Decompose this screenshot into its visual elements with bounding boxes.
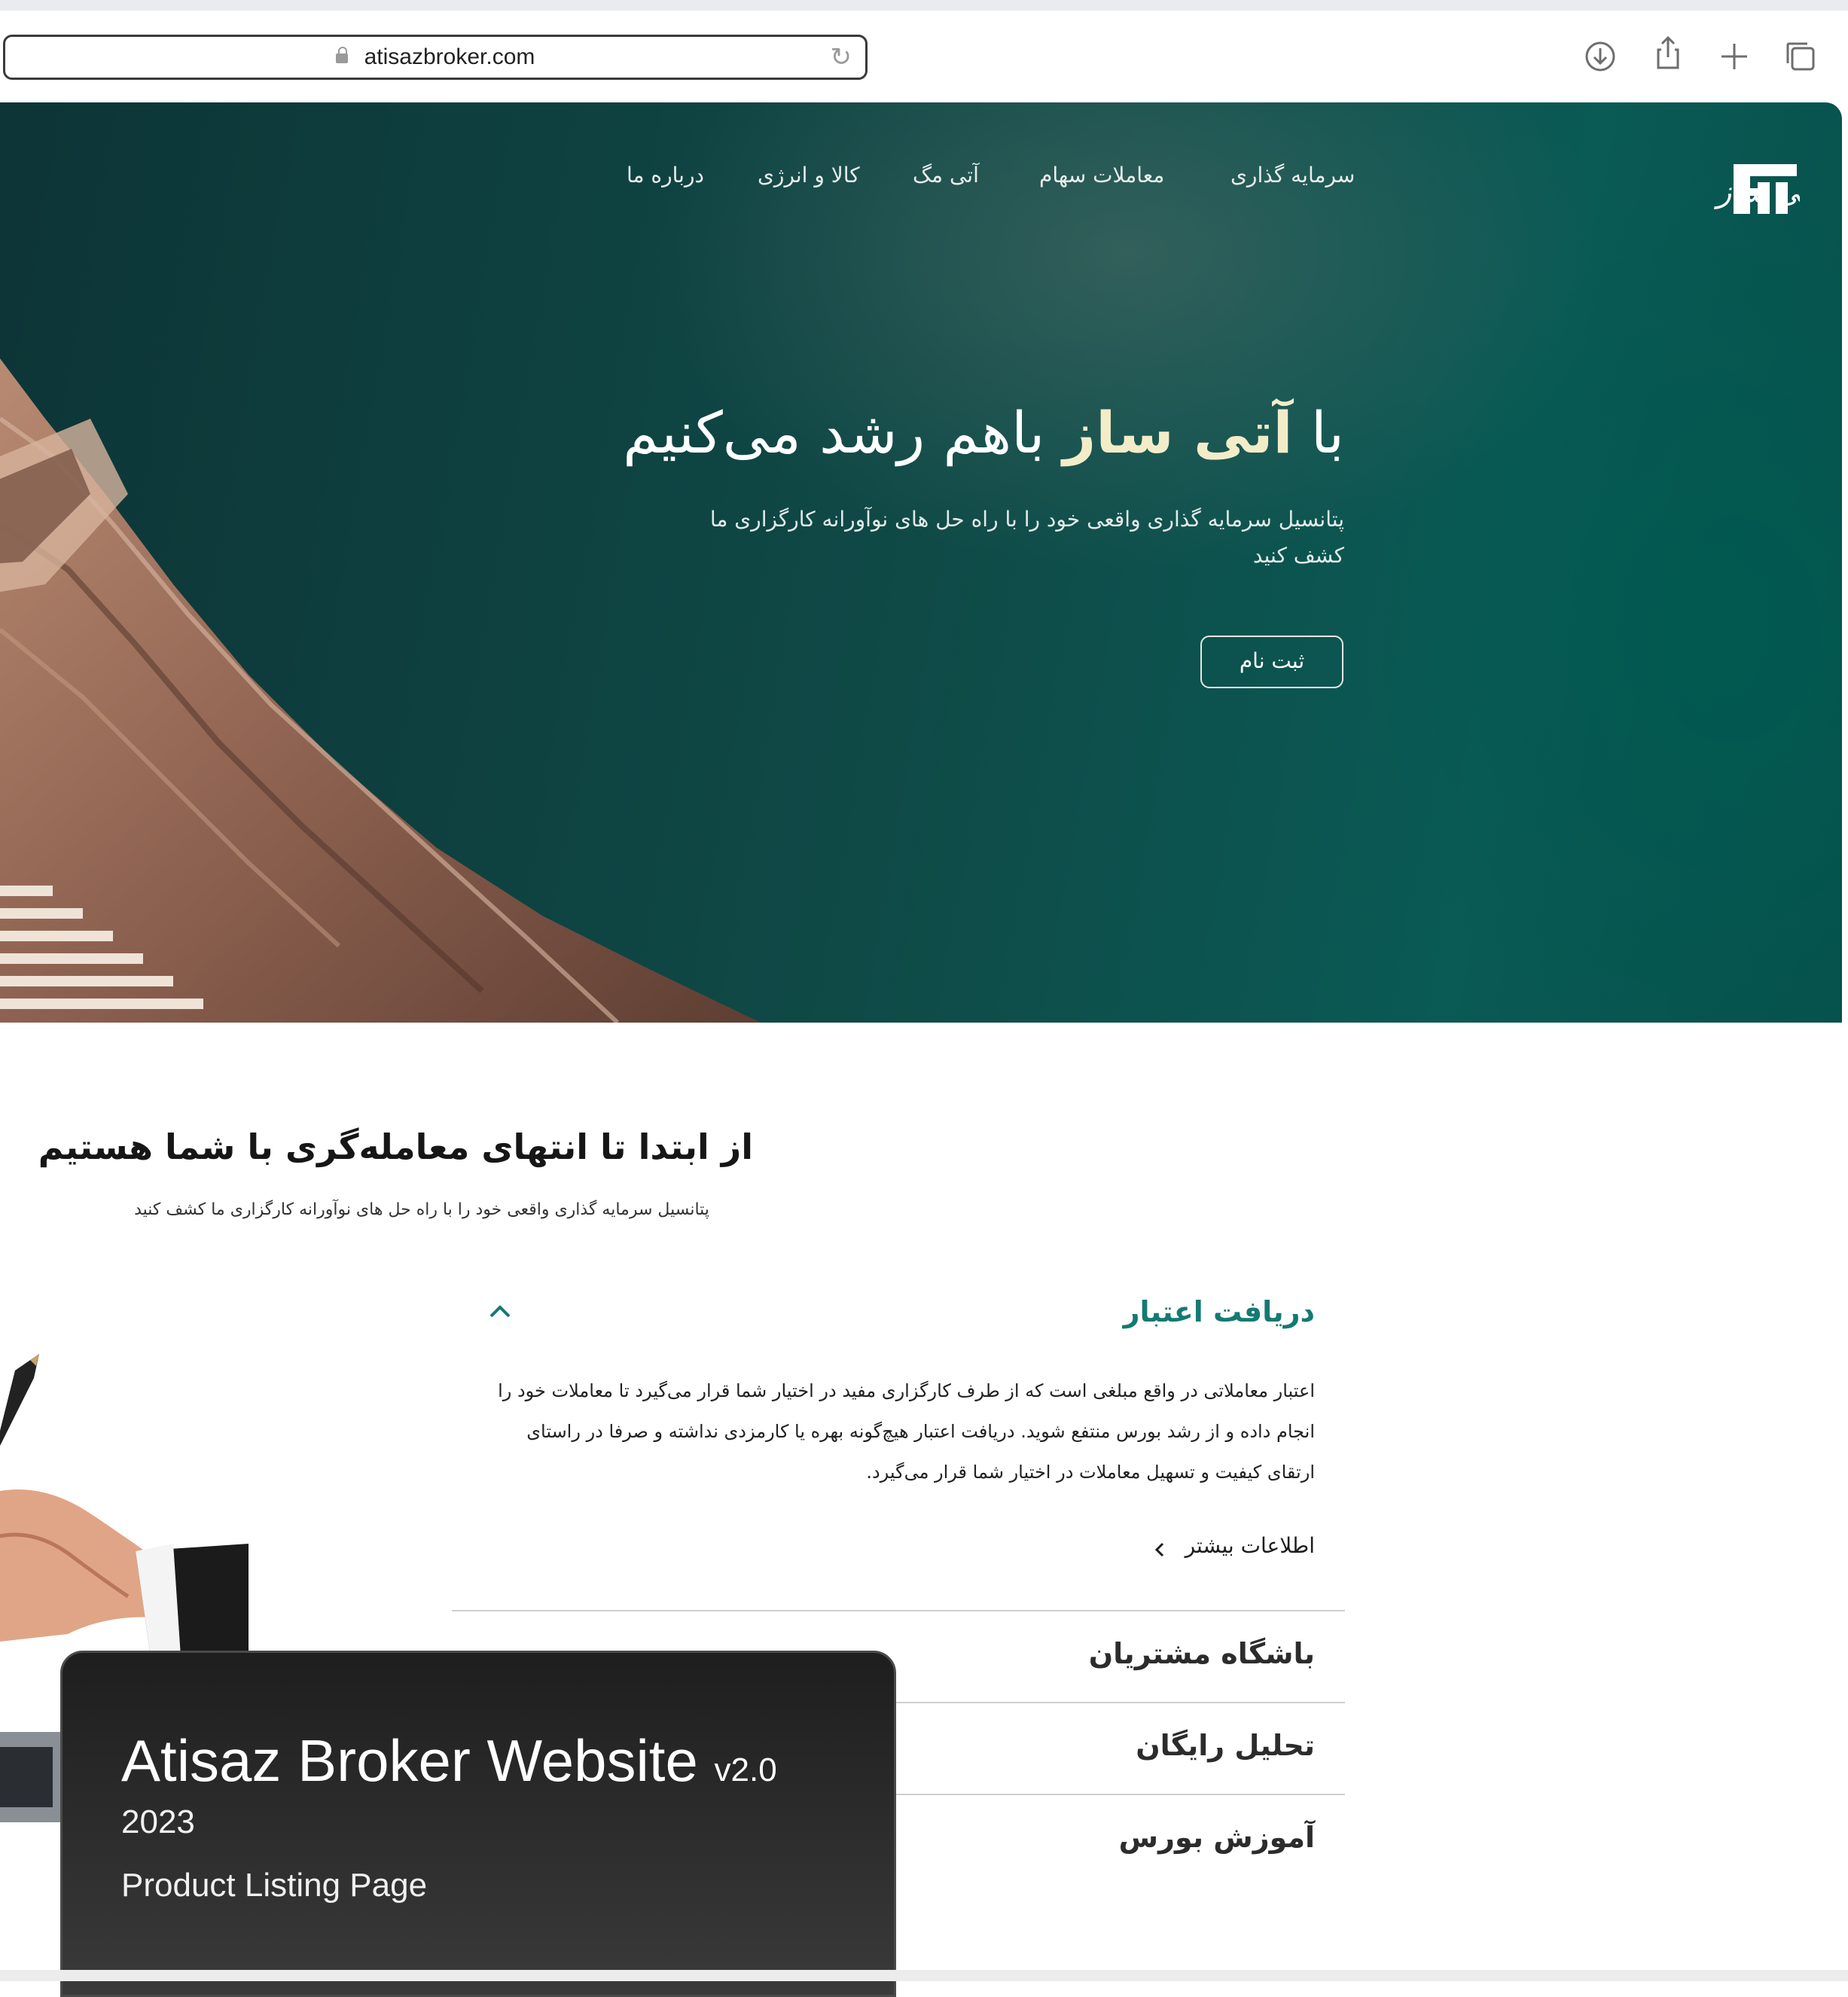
window-bottom-strip <box>0 1970 1848 1981</box>
card-title-text: Atisaz Broker Website <box>121 1727 698 1794</box>
tabs-overview-icon[interactable] <box>1782 38 1819 75</box>
section-title: از ابتدا تا انتهای معامله‌گری با شما هست… <box>38 1127 753 1167</box>
window-top-strip <box>0 0 1848 11</box>
new-tab-icon[interactable] <box>1715 38 1753 75</box>
download-icon[interactable] <box>1581 38 1619 75</box>
card-title: Atisaz Broker Website v2.0 <box>121 1727 777 1795</box>
card-page-type: Product Listing Page <box>121 1867 428 1904</box>
chevron-left-icon[interactable] <box>1152 1541 1167 1559</box>
section-subtitle: پتانسیل سرمایه گذاری واقعی خود را با راه… <box>134 1200 709 1219</box>
brand-logo: کارگزاری آتی ساز <box>1713 164 1800 214</box>
reload-icon[interactable]: ↻ <box>831 44 852 70</box>
card-year: 2023 <box>121 1803 195 1840</box>
nav-commodity-energy[interactable]: کالا و انرژی <box>758 163 860 188</box>
lock-icon <box>335 47 348 63</box>
signup-button[interactable]: ثبت نام <box>1200 636 1343 688</box>
hero-title: با آتی ساز باهم رشد می‌کنیم <box>623 399 1344 466</box>
hero-section: کارگزاری آتی ساز سرمایه گذاری معاملات سه… <box>0 102 1842 1023</box>
hero-title-suffix: باهم رشد می‌کنیم <box>623 399 1045 466</box>
more-info-link[interactable]: اطلاعات بیشتر <box>1054 1533 1315 1558</box>
nav-about-us[interactable]: درباره ما <box>627 163 704 188</box>
url-text: atisazbroker.com <box>364 44 535 69</box>
chevron-up-icon[interactable] <box>488 1303 512 1321</box>
url-display[interactable]: atisazbroker.com <box>5 44 865 70</box>
nav-investment[interactable]: سرمایه گذاری <box>1230 163 1355 188</box>
card-version: v2.0 <box>714 1752 777 1788</box>
accordion-divider <box>452 1610 1345 1611</box>
mountain-staircase-image <box>0 358 761 1023</box>
accordion-item-credit-body: اعتبار معاملاتی در واقع مبلغی است که از … <box>498 1380 1315 1483</box>
share-icon[interactable] <box>1649 35 1687 72</box>
hero-subtitle: پتانسیل سرمایه گذاری واقعی خود را با راه… <box>709 507 1344 568</box>
address-bar[interactable]: atisazbroker.com ↻ <box>3 35 868 80</box>
browser-toolbar: atisazbroker.com ↻ <box>0 11 1848 102</box>
accordion-item-credit-title[interactable]: دریافت اعتبار <box>527 1295 1315 1328</box>
nav-atimag[interactable]: آتی مگ <box>913 163 979 188</box>
nav-stock-trading[interactable]: معاملات سهام <box>1039 163 1164 188</box>
hero-title-brand: آتی ساز <box>1063 399 1293 466</box>
hero-title-prefix: با <box>1310 399 1344 466</box>
project-info-card: Atisaz Broker Website v2.0 2023 Product … <box>60 1651 896 1997</box>
